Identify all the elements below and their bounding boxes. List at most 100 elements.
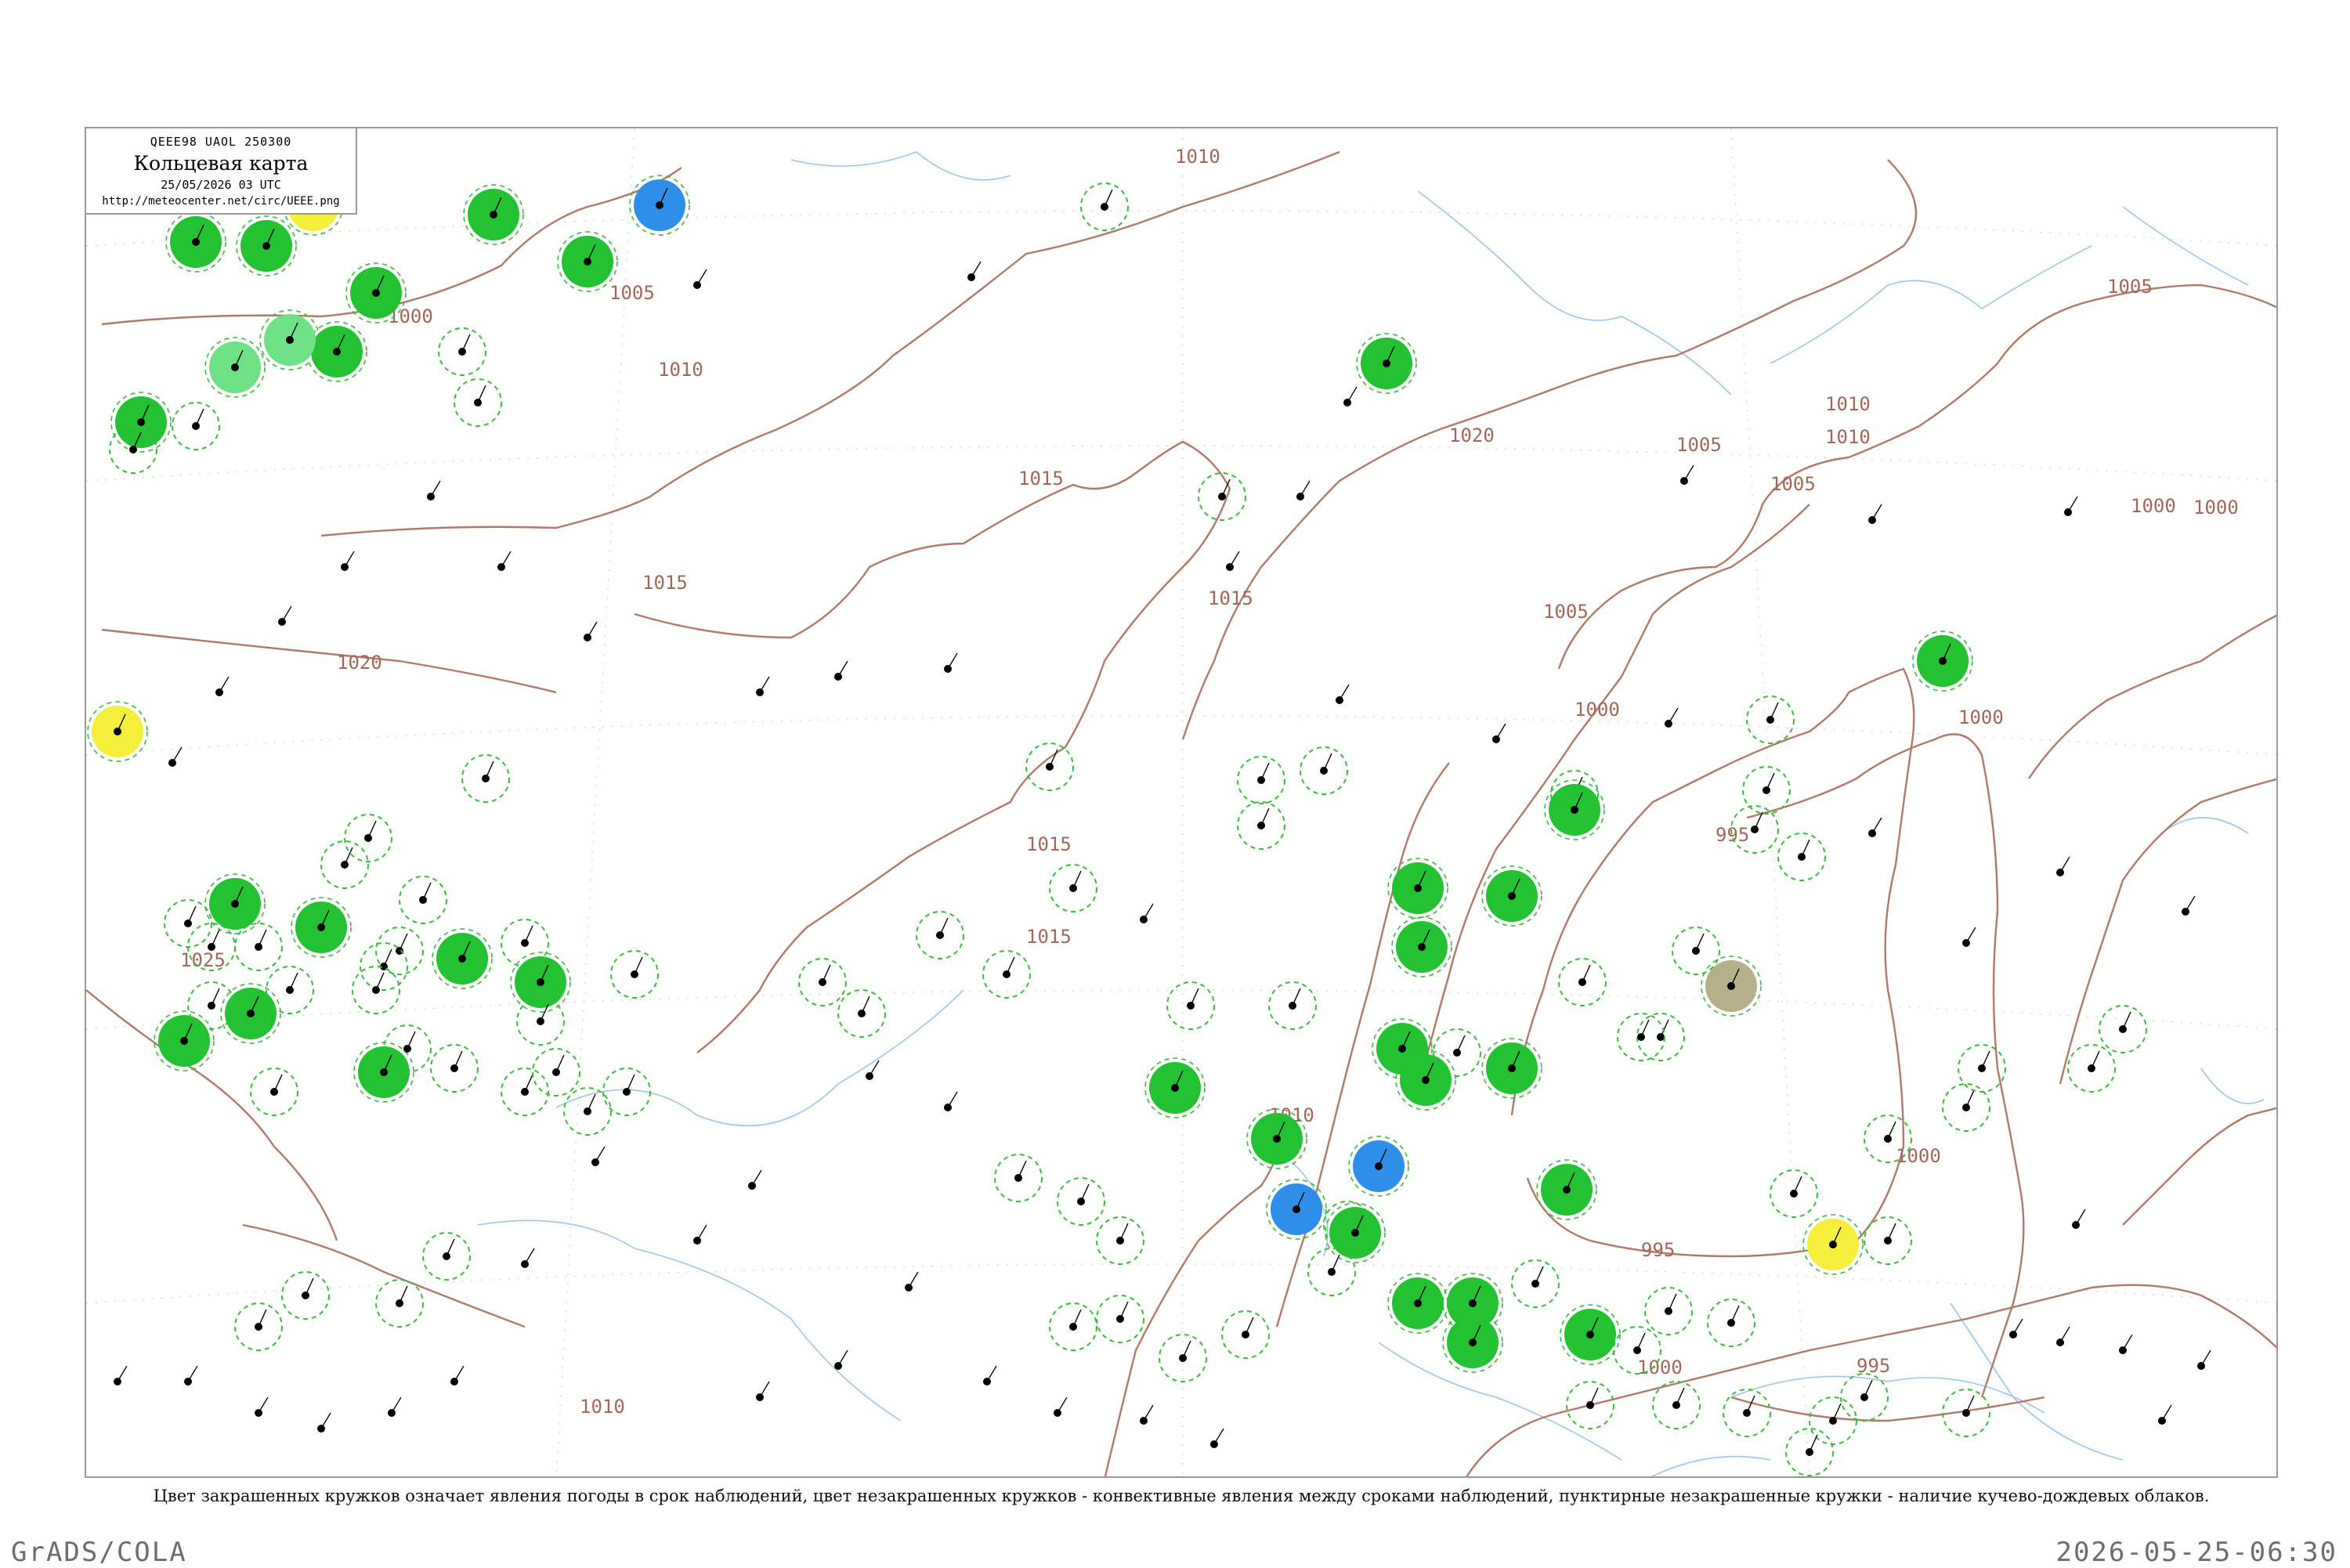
wind-barb [1793, 1176, 1802, 1194]
station-marker [1785, 1428, 1834, 1476]
isobar-label: 1010 [1825, 426, 1871, 448]
isobar-label: 1010 [1825, 393, 1871, 415]
station-marker [1558, 958, 1607, 1006]
isobar-label: 1010 [1175, 146, 1220, 168]
station-marker [1348, 1136, 1409, 1197]
footer-timestamp: 2026-05-25-06:30 [2055, 1537, 2337, 1568]
station-marker [510, 952, 571, 1013]
station-marker [110, 392, 172, 453]
wind-barb [986, 1365, 997, 1382]
wind-barb [430, 480, 441, 497]
wind-barb [2185, 895, 2196, 912]
isobar-label: 1000 [2131, 495, 2176, 517]
wind-barb [1535, 1266, 1544, 1284]
station-marker [2099, 1005, 2147, 1053]
wind-barb [1339, 684, 1350, 701]
wind-barb [1119, 1223, 1129, 1241]
wind-barb [1668, 1293, 1677, 1312]
station-marker [532, 1048, 580, 1097]
wind-barb [454, 1050, 463, 1069]
isobar-label: 1020 [1449, 425, 1495, 446]
station-marker [234, 923, 283, 971]
station-marker [1237, 756, 1285, 804]
wind-barb [1057, 1396, 1068, 1414]
isobar-label: 1005 [1543, 601, 1589, 623]
wind-barb [2059, 856, 2070, 873]
wind-barb [454, 1365, 465, 1382]
station-marker [1096, 1295, 1144, 1343]
wind-barb [1190, 988, 1199, 1006]
wind-barb [391, 1396, 402, 1414]
wind-barb [1072, 1309, 1082, 1328]
station-marker [463, 184, 524, 245]
isobar-label: 1000 [2193, 497, 2239, 518]
wind-barb [2059, 1326, 2070, 1343]
wind-barb [1660, 1019, 1669, 1038]
wind-barb [1323, 753, 1332, 771]
wind-barb [117, 1365, 128, 1382]
graticule [86, 128, 2276, 1476]
wind-barb [1049, 749, 1058, 768]
station-marker [1221, 1310, 1270, 1359]
station-marker [1723, 1389, 1771, 1437]
station-marker [438, 327, 486, 376]
wind-barb [1213, 1428, 1224, 1445]
station-marker [1481, 1038, 1542, 1099]
map-source-url: http://meteocenter.net/circ/UEEE.png [102, 195, 340, 208]
wind-barb [696, 1224, 707, 1241]
wind-barb [1119, 1301, 1129, 1320]
wind-barb [1965, 927, 1976, 944]
wind-barb [1801, 839, 1810, 858]
wind-barb [344, 551, 355, 568]
wind-barb [2122, 1334, 2133, 1351]
station-marker [1707, 1299, 1755, 1347]
station-marker [2067, 1044, 2116, 1093]
station-marker [306, 321, 367, 382]
wind-barb [422, 882, 432, 901]
station-marker [1802, 1214, 1864, 1275]
wind-barb [399, 933, 408, 952]
wind-barb [1260, 762, 1270, 781]
station-marker [454, 378, 502, 427]
station-marker [204, 873, 266, 934]
station-marker [1096, 1216, 1144, 1265]
wind-barb [501, 551, 512, 568]
wind-barb [399, 1285, 408, 1304]
wind-barb [947, 652, 958, 670]
station-marker [461, 754, 510, 803]
station-marker [432, 928, 493, 989]
station-marker [236, 215, 297, 276]
station-marker [1566, 1381, 1614, 1429]
wind-barb [2161, 1404, 2172, 1422]
wind-barb [461, 334, 471, 352]
station-marker [1198, 472, 1246, 521]
wind-barb [524, 1248, 535, 1265]
station-marker [1652, 1381, 1701, 1429]
wind-barb [587, 1093, 596, 1112]
station-marker [1481, 865, 1542, 927]
station-marker [610, 950, 659, 999]
wind-barb [258, 1396, 269, 1414]
wind-barb [2075, 1209, 2086, 1226]
station-marker [1300, 746, 1348, 795]
wind-barb [485, 761, 494, 779]
station-marker [1049, 1302, 1097, 1351]
wind-barb [477, 385, 486, 403]
wind-barb [289, 972, 298, 991]
station-marker [259, 309, 320, 370]
isobar-label: 1000 [1896, 1145, 1941, 1167]
station-marker [204, 337, 266, 398]
station-marker [1912, 630, 1973, 692]
isobar-label: 1005 [1770, 473, 1816, 495]
wind-barb [908, 1271, 919, 1288]
wind-barb [1965, 1089, 1975, 1108]
isobar-label: 1020 [337, 652, 382, 674]
station-marker [1356, 333, 1417, 394]
station-marker [1144, 1057, 1206, 1118]
wind-barb [1080, 1183, 1090, 1202]
wind-barb [2122, 1011, 2131, 1030]
wind-barb [211, 929, 220, 948]
wind-barb [524, 1074, 533, 1093]
wind-barb [696, 269, 707, 286]
station-marker [629, 175, 690, 236]
